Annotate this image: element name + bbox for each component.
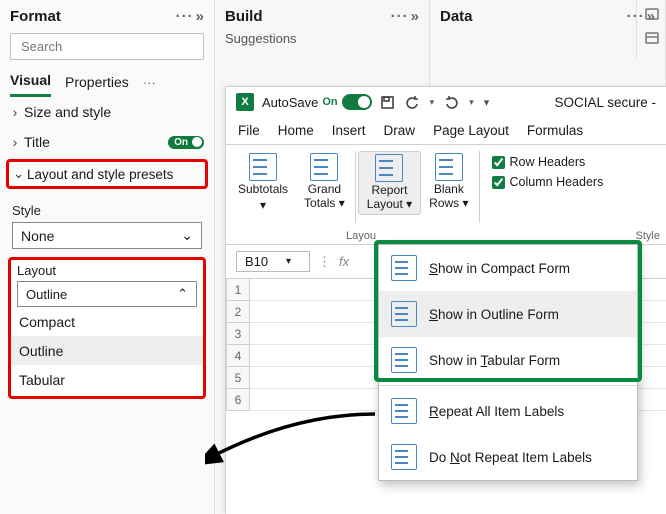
excel-logo-icon: X bbox=[236, 93, 254, 111]
tab-home[interactable]: Home bbox=[278, 123, 314, 144]
report-layout-button[interactable]: ReportLayout ▾ bbox=[365, 152, 414, 214]
panel-icon[interactable] bbox=[644, 30, 660, 46]
undo-icon[interactable] bbox=[405, 95, 420, 110]
search-input-wrap[interactable] bbox=[10, 33, 204, 60]
layout-icon bbox=[391, 398, 417, 424]
layout-select-block: Layout Outline ⌃ Compact Outline Tabular bbox=[8, 257, 206, 399]
grand-totals-icon bbox=[310, 153, 338, 181]
right-sliver bbox=[636, 0, 666, 58]
layout-icon bbox=[391, 347, 417, 373]
blank-rows-button[interactable]: BlankRows ▾ bbox=[427, 151, 470, 213]
menu-compact-form[interactable]: Show in Compact Form bbox=[379, 245, 637, 291]
subtotals-button[interactable]: Subtotals ▾ bbox=[236, 151, 290, 215]
tabs-more-icon[interactable]: ··· bbox=[143, 75, 156, 90]
tab-page-layout[interactable]: Page Layout bbox=[433, 123, 509, 144]
format-pane: Format ···» Visual Properties ··· ›Size … bbox=[0, 0, 215, 514]
layout-select[interactable]: Outline ⌃ bbox=[17, 281, 197, 307]
annotation-arrow bbox=[205, 408, 385, 478]
layout-icon bbox=[391, 255, 417, 281]
chevron-up-icon: ⌃ bbox=[177, 286, 188, 302]
layout-option-tabular[interactable]: Tabular bbox=[11, 365, 203, 394]
layout-icon bbox=[391, 301, 417, 327]
blank-rows-icon bbox=[435, 153, 463, 181]
build-title: Build bbox=[225, 8, 263, 25]
tab-insert[interactable]: Insert bbox=[332, 123, 366, 144]
section-layout-presets[interactable]: ⌄Layout and style presets bbox=[6, 159, 208, 189]
report-layout-menu: Show in Compact Form Show in Outline For… bbox=[378, 244, 638, 481]
data-title: Data bbox=[440, 8, 473, 25]
row-headers: 123 456 bbox=[226, 279, 250, 411]
fx-icon[interactable]: fx bbox=[339, 254, 349, 270]
menu-outline-form[interactable]: Show in Outline Form bbox=[379, 291, 637, 337]
ribbon-tabs: File Home Insert Draw Page Layout Formul… bbox=[226, 117, 666, 145]
save-icon[interactable] bbox=[380, 95, 395, 110]
autosave-state: On bbox=[322, 96, 337, 108]
section-title[interactable]: ›Title On bbox=[0, 127, 214, 157]
ribbon: Subtotals ▾ GrandTotals ▾ ReportLayout ▾… bbox=[226, 145, 666, 245]
chevron-down-icon: ⌄ bbox=[181, 227, 193, 244]
redo-icon[interactable] bbox=[444, 95, 459, 110]
chevron-down-icon: ▾ bbox=[286, 256, 291, 267]
tab-visual[interactable]: Visual bbox=[10, 68, 51, 97]
qat-customize-icon[interactable]: ▾ bbox=[484, 96, 490, 109]
section-size-style[interactable]: ›Size and style bbox=[0, 97, 214, 127]
style-label: Style bbox=[0, 197, 214, 220]
search-input[interactable] bbox=[17, 36, 201, 57]
more-icon[interactable]: ··· bbox=[176, 8, 194, 25]
chevron-down-icon: ▾ bbox=[260, 199, 266, 213]
build-subtitle: Suggestions bbox=[215, 29, 429, 52]
layout-option-outline[interactable]: Outline bbox=[11, 336, 203, 365]
row-headers-checkbox[interactable]: Row Headers bbox=[492, 155, 604, 169]
layout-option-compact[interactable]: Compact bbox=[11, 307, 203, 336]
tab-properties[interactable]: Properties bbox=[65, 70, 129, 96]
chevron-right-icon: › bbox=[10, 104, 20, 120]
undo-dropdown-icon[interactable]: ▾ bbox=[430, 97, 435, 108]
title-toggle[interactable]: On bbox=[168, 136, 204, 149]
tab-draw[interactable]: Draw bbox=[384, 123, 416, 144]
group-label-style: Style bbox=[636, 230, 660, 242]
subtotals-icon bbox=[249, 153, 277, 181]
redo-dropdown-icon[interactable]: ▾ bbox=[469, 97, 474, 108]
group-label-layout: Layou bbox=[346, 230, 376, 242]
style-select[interactable]: None ⌄ bbox=[12, 222, 202, 249]
fx-separator-icon: ⋮ bbox=[318, 254, 331, 270]
autosave-label: AutoSave bbox=[262, 95, 318, 110]
chevron-right-icon: › bbox=[10, 134, 20, 150]
report-layout-icon bbox=[375, 154, 403, 182]
menu-repeat-labels[interactable]: Repeat All Item Labels bbox=[379, 388, 637, 434]
layout-label: Layout bbox=[11, 260, 203, 279]
chevron-right-icon[interactable]: » bbox=[196, 8, 204, 25]
chevron-down-icon: ⌄ bbox=[13, 166, 23, 182]
panel-icon[interactable] bbox=[644, 6, 660, 22]
more-icon[interactable]: ··· bbox=[391, 8, 409, 25]
autosave-toggle[interactable] bbox=[342, 94, 372, 110]
chevron-right-icon[interactable]: » bbox=[411, 8, 419, 25]
grand-totals-button[interactable]: GrandTotals ▾ bbox=[302, 151, 347, 213]
layout-icon bbox=[391, 444, 417, 470]
column-headers-checkbox[interactable]: Column Headers bbox=[492, 175, 604, 189]
menu-tabular-form[interactable]: Show in Tabular Form bbox=[379, 337, 637, 383]
menu-no-repeat-labels[interactable]: Do Not Repeat Item Labels bbox=[379, 434, 637, 480]
name-box[interactable]: B10▾ bbox=[236, 251, 310, 272]
tab-file[interactable]: File bbox=[238, 123, 260, 144]
tab-formulas[interactable]: Formulas bbox=[527, 123, 583, 144]
format-title: Format bbox=[10, 8, 61, 25]
document-title: SOCIAL secure - bbox=[554, 95, 656, 110]
